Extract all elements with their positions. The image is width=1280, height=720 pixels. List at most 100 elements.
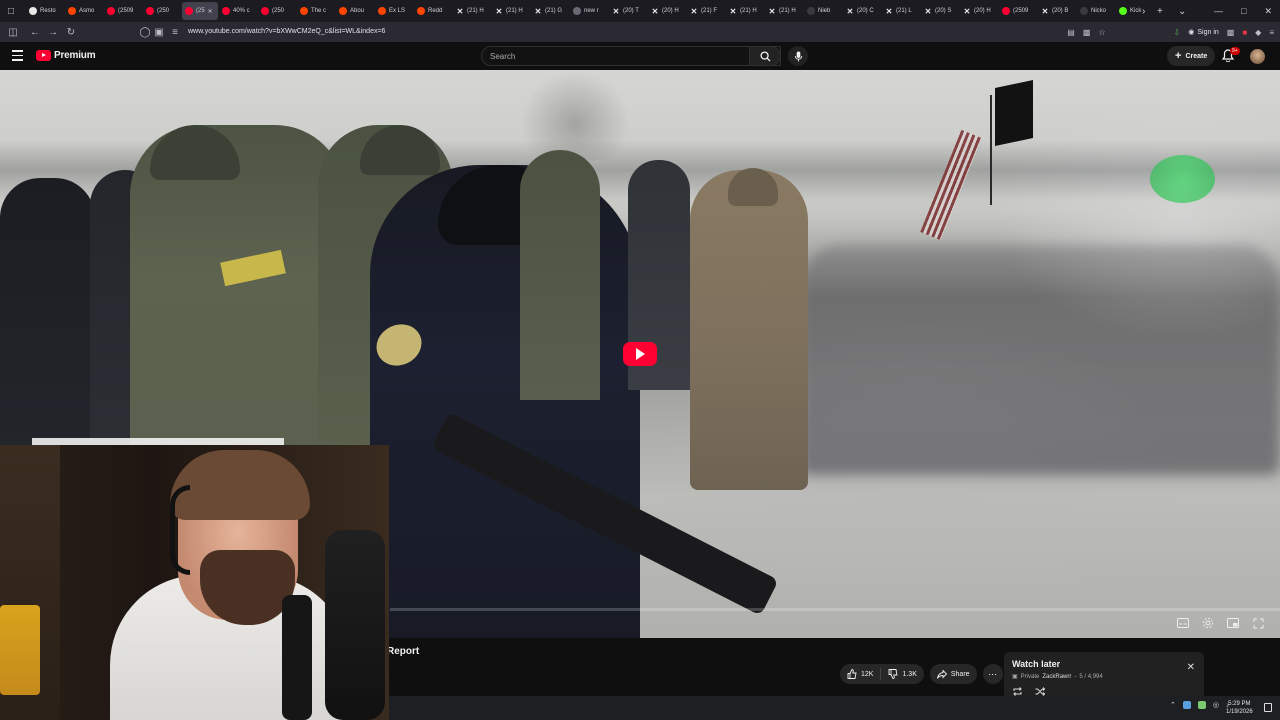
download-icon[interactable]: ⇩ bbox=[1174, 28, 1181, 37]
video-actions: 12K 1.3K Share ⋯ bbox=[840, 664, 1003, 684]
browser-tab[interactable]: 40% c bbox=[219, 2, 257, 20]
subtitles-icon[interactable] bbox=[1176, 616, 1190, 630]
browser-tab[interactable]: ✕ (20) C bbox=[843, 2, 881, 20]
tab-label: Kick bbox=[1130, 8, 1142, 14]
reddit-icon bbox=[417, 7, 425, 15]
search-input[interactable]: Search bbox=[481, 46, 781, 66]
sidebar-toggle-icon[interactable]: ◫ bbox=[4, 27, 22, 38]
headphones bbox=[170, 485, 190, 575]
browser-tab[interactable]: ✕ (21) H bbox=[765, 2, 803, 20]
report-label[interactable]: Report bbox=[387, 646, 419, 657]
user-avatar[interactable] bbox=[1250, 49, 1265, 64]
miniplayer-icon[interactable] bbox=[1226, 616, 1240, 630]
browser-tab[interactable]: ✕ (21) F bbox=[687, 2, 725, 20]
bookmark-star-icon[interactable]: ☆ bbox=[1098, 28, 1105, 37]
browser-tab[interactable]: Asmo bbox=[65, 2, 103, 20]
puzzle-icon[interactable]: ◆ bbox=[1255, 28, 1261, 37]
x-icon: ✕ bbox=[612, 6, 620, 16]
browser-tab[interactable]: ✕ (21) H bbox=[453, 2, 491, 20]
flag-pole bbox=[990, 95, 992, 205]
browser-tab[interactable]: ✕ (20) H bbox=[648, 2, 686, 20]
playlist-privacy: Private bbox=[1020, 673, 1040, 680]
browser-tab[interactable]: Kick bbox=[1116, 2, 1154, 20]
tray-overflow-chevron-icon[interactable]: ⌃ bbox=[1170, 701, 1176, 709]
like-button[interactable]: 12K bbox=[840, 664, 880, 684]
browser-tab[interactable]: ✕ (20) T bbox=[609, 2, 647, 20]
tray-app-icon[interactable] bbox=[1182, 701, 1191, 709]
hamburger-menu-icon[interactable] bbox=[12, 50, 23, 64]
browser-tab[interactable]: ✕ (20) H bbox=[960, 2, 998, 20]
reddit-icon bbox=[378, 7, 386, 15]
network-icon[interactable]: ◎ bbox=[1213, 701, 1219, 709]
reload-icon[interactable]: ↻ bbox=[62, 27, 80, 38]
browser-tab[interactable]: ✕ (20) B bbox=[1038, 2, 1076, 20]
more-actions-icon[interactable]: ⋯ bbox=[982, 664, 1003, 684]
system-tray: ⌃ ◎ ♪ bbox=[1170, 701, 1229, 709]
browser-tab[interactable]: Ex LS bbox=[375, 2, 413, 20]
back-arrow-icon[interactable]: ← bbox=[26, 27, 44, 38]
window-controls: — □ ✕ bbox=[1214, 0, 1272, 22]
extension-badge-icon[interactable]: ■ bbox=[1242, 28, 1247, 37]
browser-tab[interactable]: (2509 bbox=[999, 2, 1037, 20]
browser-tab[interactable]: Redd bbox=[414, 2, 452, 20]
browser-tab[interactable]: (250 bbox=[258, 2, 296, 20]
playlist-owner[interactable]: ZackRawrr bbox=[1042, 674, 1071, 680]
menu-icon[interactable]: ≡ bbox=[1269, 28, 1274, 37]
logo-text: Premium bbox=[54, 50, 96, 61]
maximize-button[interactable]: □ bbox=[1241, 6, 1246, 16]
browser-tab[interactable]: ✕ (21) H bbox=[726, 2, 764, 20]
search-button[interactable] bbox=[749, 46, 781, 66]
settings-gear-icon[interactable] bbox=[1201, 616, 1215, 630]
browser-tab[interactable]: ✕ (21) L bbox=[882, 2, 920, 20]
minimize-button[interactable]: — bbox=[1214, 6, 1223, 16]
forward-arrow-icon[interactable]: → bbox=[44, 27, 62, 38]
video-progress-bar[interactable] bbox=[390, 608, 1280, 611]
youtube-logo[interactable]: Premium bbox=[36, 50, 96, 61]
browser-tab[interactable]: (250 bbox=[143, 2, 181, 20]
browser-tab[interactable]: (25 ✕ bbox=[182, 2, 218, 20]
new-tab-button[interactable]: + bbox=[1157, 0, 1163, 22]
lock-icon: ▣ bbox=[1012, 674, 1018, 680]
browser-tab[interactable]: Abou bbox=[336, 2, 374, 20]
extensions-icon[interactable]: ▩ bbox=[1227, 28, 1235, 37]
tab-label: (21) H bbox=[740, 8, 757, 14]
playlist-title[interactable]: Watch later bbox=[1012, 659, 1196, 669]
browser-tab[interactable]: ✕ (20) S bbox=[921, 2, 959, 20]
browser-tab[interactable]: Resto bbox=[26, 2, 64, 20]
fullscreen-icon[interactable] bbox=[1251, 616, 1265, 630]
nav-right-tools: ▤ ▩ ☆ ⇩ ◉ Sign in ▩ ■ ◆ ≡ bbox=[1067, 22, 1274, 42]
permissions-icon[interactable]: ≡ bbox=[166, 27, 184, 38]
youtube-play-badge-icon[interactable] bbox=[623, 342, 657, 366]
share-button[interactable]: Share bbox=[929, 664, 977, 684]
sign-in-button[interactable]: ◉ Sign in bbox=[1188, 28, 1219, 37]
browser-tab[interactable]: Nicko bbox=[1077, 2, 1115, 20]
create-button[interactable]: + Create bbox=[1167, 46, 1216, 66]
account-icon: ◉ bbox=[1188, 29, 1195, 36]
browser-tab[interactable]: new r bbox=[570, 2, 608, 20]
tab-list-icon[interactable]: □ bbox=[8, 0, 14, 22]
close-tab-icon[interactable]: ✕ bbox=[208, 8, 213, 15]
youtube-icon bbox=[222, 7, 230, 15]
tab-label: Nicko bbox=[1091, 8, 1107, 14]
browser-tab[interactable]: The c bbox=[297, 2, 335, 20]
black-flag bbox=[995, 79, 1033, 147]
dislike-button[interactable]: 1.3K bbox=[881, 664, 923, 684]
browser-tab[interactable]: (2509 bbox=[104, 2, 142, 20]
voice-search-button[interactable] bbox=[788, 46, 808, 66]
taskbar-clock[interactable]: 5:29 PM 1/19/2026 bbox=[1226, 700, 1253, 716]
address-bar-url[interactable]: www.youtube.com/watch?v=bXWwCM2eQ_c&list… bbox=[188, 22, 385, 42]
loop-icon[interactable] bbox=[1013, 687, 1023, 696]
browser-tab[interactable]: Nieb bbox=[804, 2, 842, 20]
pip-icon[interactable]: ▩ bbox=[1083, 28, 1091, 37]
tray-app-icon-2[interactable] bbox=[1197, 701, 1206, 709]
close-playlist-icon[interactable]: ✕ bbox=[1187, 662, 1195, 673]
close-window-button[interactable]: ✕ bbox=[1264, 6, 1272, 17]
notification-center-icon[interactable] bbox=[1264, 703, 1272, 712]
browser-tab[interactable]: ✕ (21) G bbox=[531, 2, 569, 20]
shuffle-icon[interactable] bbox=[1035, 687, 1045, 696]
tab-overflow-chevron-icon[interactable]: ⌄ bbox=[1178, 0, 1186, 22]
scroll-tabs-right-icon[interactable]: › bbox=[1142, 0, 1145, 22]
x-icon: ✕ bbox=[768, 6, 776, 16]
reader-view-icon[interactable]: ▤ bbox=[1067, 28, 1075, 37]
browser-tab[interactable]: ✕ (21) H bbox=[492, 2, 530, 20]
